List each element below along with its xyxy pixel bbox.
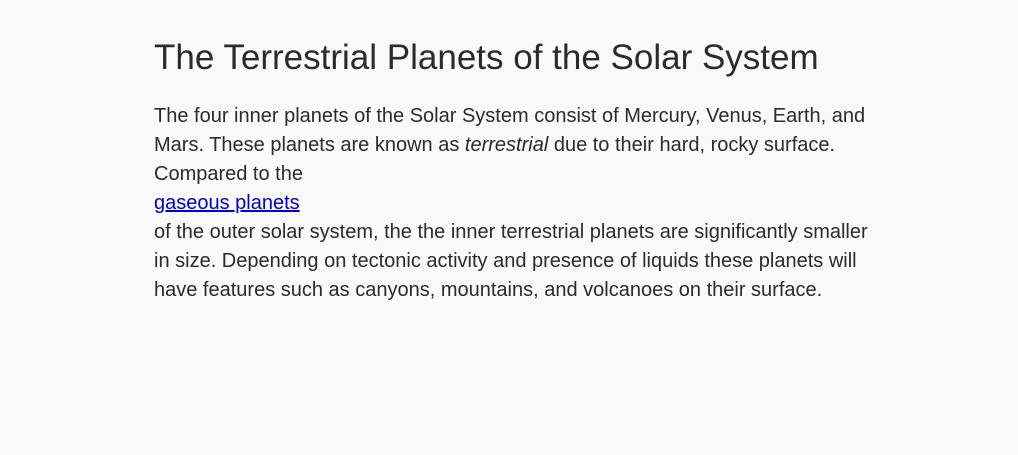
page-title: The Terrestrial Planets of the Solar Sys… (154, 38, 819, 77)
body-text-outro: of the outer solar system, the the inner… (154, 221, 868, 301)
body-paragraph: The four inner planets of the Solar Syst… (154, 102, 874, 305)
terrestrial-emphasis: terrestrial (464, 134, 549, 156)
article: The Terrestrial Planets of the Solar Sys… (154, 36, 874, 305)
gaseous-planets-link[interactable]: gaseous planets (154, 189, 874, 218)
